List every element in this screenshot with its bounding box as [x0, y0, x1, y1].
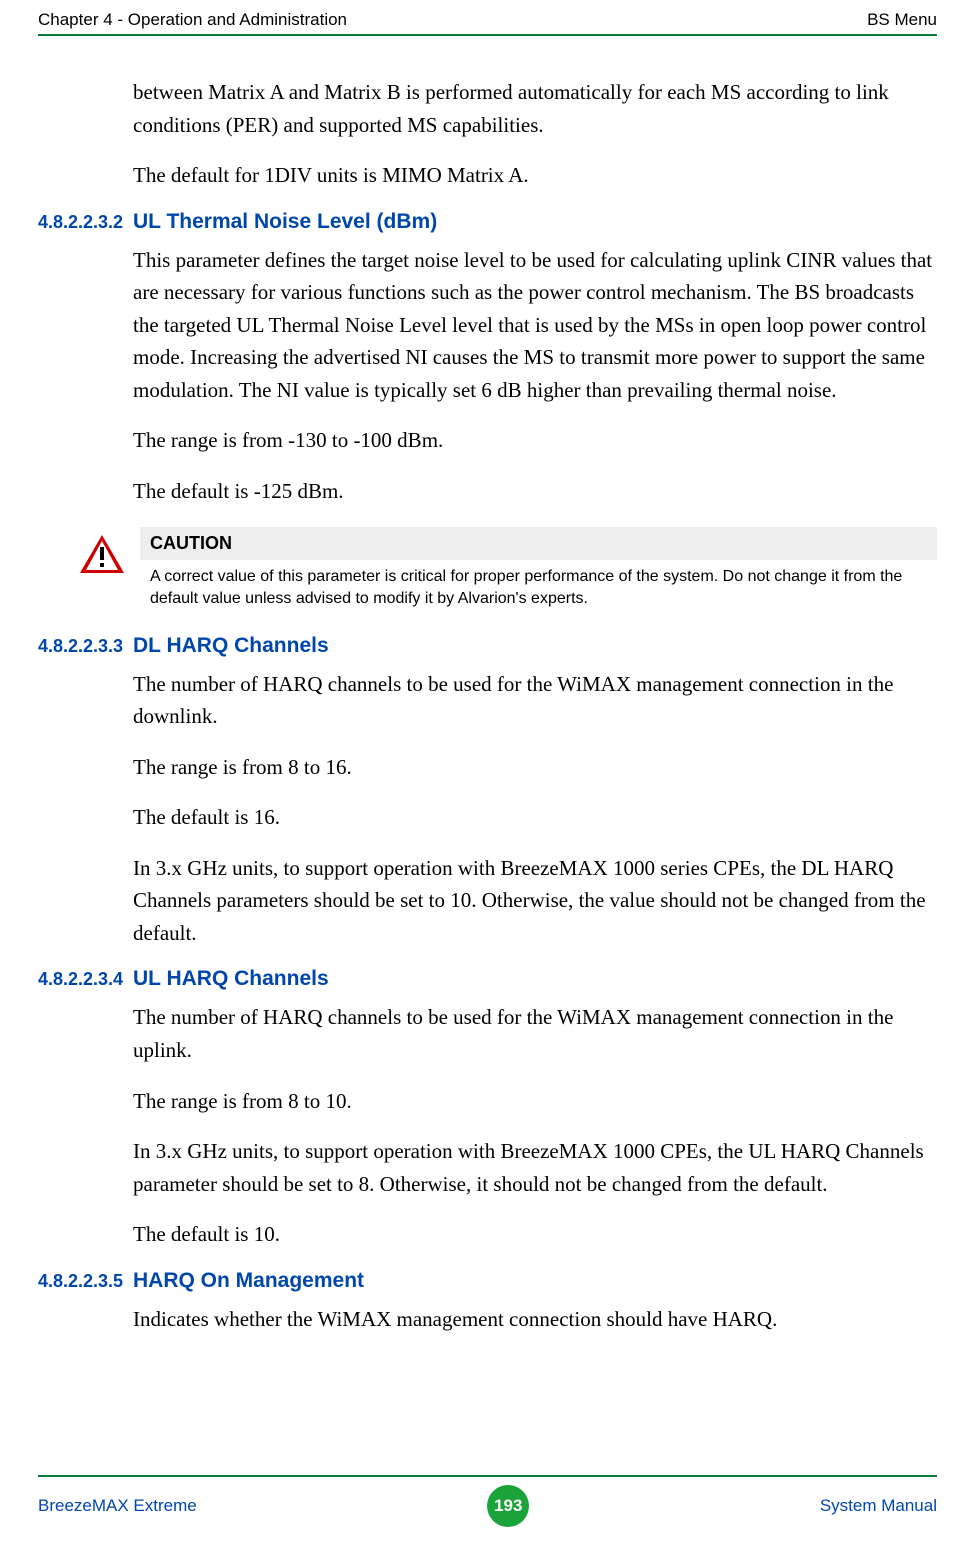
caution-body: CAUTION A correct value of this paramete…: [140, 527, 937, 609]
caution-heading: CAUTION: [140, 527, 937, 560]
footer-left: BreezeMAX Extreme: [38, 1496, 197, 1516]
body-text: between Matrix A and Matrix B is perform…: [133, 76, 937, 141]
body-text: The number of HARQ channels to be used f…: [133, 668, 937, 733]
section-heading: 4.8.2.2.3.2 UL Thermal Noise Level (dBm): [38, 210, 937, 234]
section-heading: 4.8.2.2.3.3 DL HARQ Channels: [38, 634, 937, 658]
page: Chapter 4 - Operation and Administration…: [0, 0, 975, 1545]
section-heading: 4.8.2.2.3.4 UL HARQ Channels: [38, 967, 937, 991]
body-text: The range is from 8 to 16.: [133, 751, 937, 784]
caution-callout: CAUTION A correct value of this paramete…: [78, 527, 937, 609]
page-header: Chapter 4 - Operation and Administration…: [38, 0, 937, 30]
body-text: The default is 10.: [133, 1218, 937, 1251]
body-text: In 3.x GHz units, to support operation w…: [133, 1135, 937, 1200]
header-right: BS Menu: [867, 10, 937, 30]
header-left: Chapter 4 - Operation and Administration: [38, 10, 347, 30]
page-footer: BreezeMAX Extreme 193 System Manual: [0, 1475, 975, 1527]
section-title: HARQ On Management: [133, 1269, 364, 1293]
page-number-badge: 193: [487, 1485, 529, 1527]
section-title: UL Thermal Noise Level (dBm): [133, 210, 437, 234]
section-title: UL HARQ Channels: [133, 967, 329, 991]
footer-row: BreezeMAX Extreme 193 System Manual: [38, 1485, 937, 1527]
section-number: 4.8.2.2.3.5: [38, 1271, 133, 1292]
caution-text: A correct value of this parameter is cri…: [140, 566, 937, 609]
body-text: Indicates whether the WiMAX management c…: [133, 1303, 937, 1336]
body-text: This parameter defines the target noise …: [133, 244, 937, 407]
caution-icon: [78, 533, 126, 580]
section-number: 4.8.2.2.3.3: [38, 636, 133, 657]
footer-rule: [38, 1475, 937, 1477]
body-text: The range is from -130 to -100 dBm.: [133, 424, 937, 457]
section-number: 4.8.2.2.3.4: [38, 969, 133, 990]
body-text: The default is -125 dBm.: [133, 475, 937, 508]
body-text: The default is 16.: [133, 801, 937, 834]
section-number: 4.8.2.2.3.2: [38, 212, 133, 233]
body-text: In 3.x GHz units, to support operation w…: [133, 852, 937, 950]
body-text: The number of HARQ channels to be used f…: [133, 1001, 937, 1066]
body-text: The default for 1DIV units is MIMO Matri…: [133, 159, 937, 192]
section-heading: 4.8.2.2.3.5 HARQ On Management: [38, 1269, 937, 1293]
body-text: The range is from 8 to 10.: [133, 1085, 937, 1118]
content-area: between Matrix A and Matrix B is perform…: [38, 36, 937, 1393]
footer-right: System Manual: [820, 1496, 937, 1516]
section-title: DL HARQ Channels: [133, 634, 329, 658]
